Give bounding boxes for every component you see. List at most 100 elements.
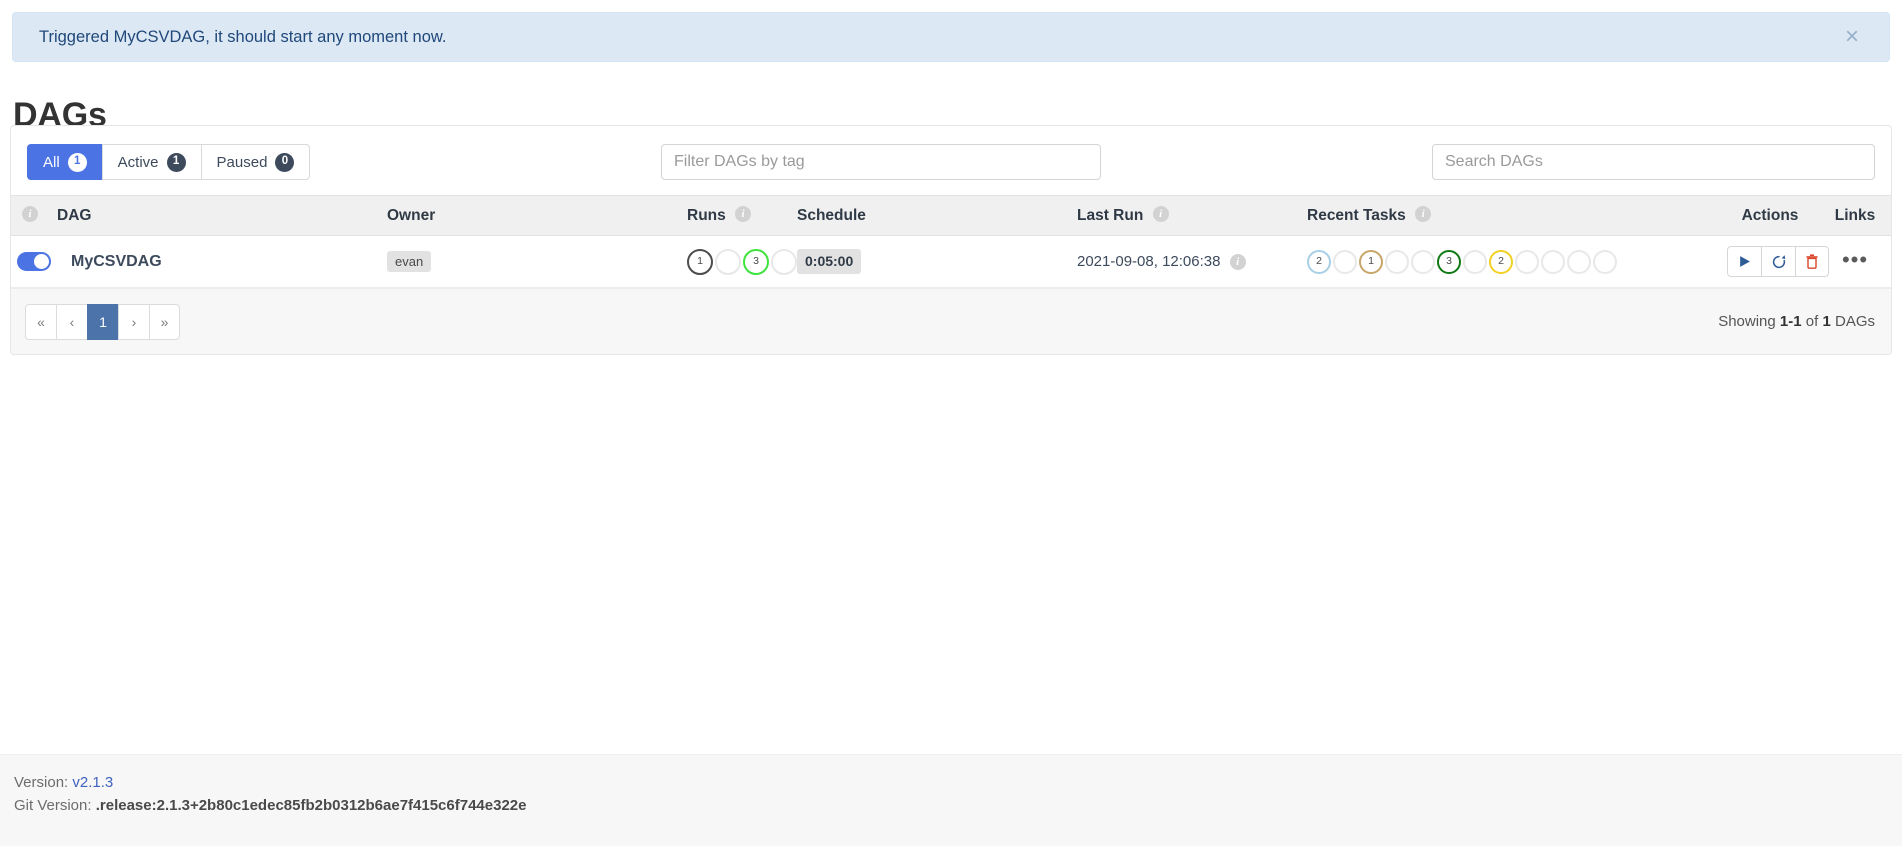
pagination: « ‹ 1 › »: [25, 304, 180, 340]
play-icon: [1740, 256, 1750, 267]
tab-all-label: All: [43, 153, 60, 171]
status-circle-up_for_retry[interactable]: 2: [1489, 249, 1513, 274]
showing-middle: of: [1805, 313, 1819, 330]
dags-toolbar: All 1 Active 1 Paused 0: [11, 126, 1891, 195]
status-circle-running[interactable]: [1411, 249, 1435, 274]
trigger-dag-button[interactable]: [1727, 246, 1761, 277]
tab-active-label: Active: [117, 153, 159, 171]
status-circle-scheduled[interactable]: 1: [1359, 249, 1383, 274]
status-circle-running[interactable]: [715, 248, 741, 275]
col-schedule-label: Schedule: [797, 206, 866, 224]
col-runs-label: Runs: [687, 206, 726, 224]
status-circle-failed[interactable]: [771, 248, 797, 275]
status-circle-queued[interactable]: 1: [687, 248, 713, 275]
status-circle-restarting[interactable]: [1463, 249, 1487, 274]
info-icon[interactable]: i: [735, 206, 752, 223]
flash-alert: Triggered MyCSVDAG, it should start any …: [12, 12, 1890, 62]
cell-runs: 13: [681, 235, 797, 288]
showing-range: 1-1: [1779, 313, 1802, 330]
status-circle-removed[interactable]: [1333, 249, 1357, 274]
status-circle-up_for_reschedule[interactable]: [1515, 249, 1539, 274]
tag-filter-input[interactable]: [661, 144, 1101, 180]
action-button-group: [1727, 246, 1829, 277]
recent-tasks-circles: 2 1 3 2: [1307, 249, 1715, 274]
col-schedule: Schedule: [791, 195, 1071, 236]
col-actions: Actions: [1721, 195, 1819, 236]
git-version-line: Git Version: .release:2.1.3+2b80c1edec85…: [14, 794, 1902, 817]
table-footer: « ‹ 1 › » Showing 1-1 of 1 DAGs: [11, 288, 1891, 354]
cell-schedule: 0:05:00: [791, 235, 1071, 288]
col-runs: Runs i: [681, 195, 791, 236]
version-link[interactable]: v2.1.3: [72, 774, 113, 791]
refresh-icon: [1772, 254, 1785, 268]
table-header-row: i DAG Owner Runs i Schedule Last Run i R…: [11, 195, 1891, 236]
close-icon[interactable]: ×: [1841, 25, 1863, 49]
showing-suffix: DAGs: [1834, 313, 1875, 330]
status-circle-upstream_failed[interactable]: [1541, 249, 1565, 274]
last-run-timestamp: 2021-09-08, 12:06:38: [1077, 252, 1221, 270]
status-circle-none[interactable]: 2: [1307, 249, 1331, 274]
pagination-prev[interactable]: ‹: [56, 304, 87, 340]
col-last-run-label: Last Run: [1077, 206, 1144, 224]
tab-active-count: 1: [166, 152, 186, 172]
dag-link[interactable]: MyCSVDAG: [71, 253, 162, 270]
delete-dag-button[interactable]: [1795, 246, 1829, 277]
status-circle-skipped[interactable]: [1567, 249, 1591, 274]
pagination-next[interactable]: ›: [118, 304, 149, 340]
tab-paused[interactable]: Paused 0: [200, 144, 311, 180]
runs-circles: 13: [687, 248, 797, 275]
tab-all-count: 1: [67, 152, 87, 172]
schedule-badge: 0:05:00: [797, 249, 862, 274]
refresh-dag-button[interactable]: [1761, 246, 1795, 277]
cell-links: •••: [1819, 235, 1891, 288]
pagination-page-1[interactable]: 1: [87, 304, 118, 340]
links-menu-button[interactable]: •••: [1842, 248, 1868, 270]
status-circle-success[interactable]: 3: [743, 248, 769, 275]
dags-panel: All 1 Active 1 Paused 0 Filter DAGs by t…: [10, 125, 1892, 355]
status-circle-success[interactable]: 3: [1437, 249, 1461, 274]
cell-last-run: 2021-09-08, 12:06:38 i: [1071, 235, 1301, 288]
version-label: Version:: [14, 774, 69, 791]
tab-all[interactable]: All 1: [27, 144, 102, 180]
col-dag-label: DAG: [57, 206, 92, 224]
git-version-value: .release:2.1.3+2b80c1edec85fb2b0312b6ae7…: [95, 797, 527, 815]
col-owner-label: Owner: [387, 206, 436, 224]
table-row: MyCSVDAG evan 13 0:05:00 2021-09-08, 12:…: [11, 235, 1891, 288]
showing-total: 1: [1822, 313, 1831, 330]
status-filter-group: All 1 Active 1 Paused 0: [27, 144, 311, 180]
version-footer: Version: v2.1.3 Git Version: .release:2.…: [0, 754, 1902, 846]
flash-alert-message: Triggered MyCSVDAG, it should start any …: [39, 27, 447, 46]
pagination-last[interactable]: »: [149, 304, 180, 340]
toggle-knob: [34, 254, 49, 269]
cell-actions: [1721, 235, 1829, 288]
status-circle-queued[interactable]: [1385, 249, 1409, 274]
cell-dag-id: MyCSVDAG: [51, 235, 381, 288]
owner-badge: evan: [387, 250, 432, 273]
search-dags-input[interactable]: [1432, 144, 1875, 180]
info-icon[interactable]: i: [1152, 206, 1169, 223]
info-icon[interactable]: i: [22, 206, 38, 223]
col-links: Links: [1819, 195, 1891, 236]
col-last-run[interactable]: Last Run i: [1071, 195, 1301, 236]
col-dag[interactable]: DAG: [51, 195, 381, 236]
info-icon[interactable]: i: [1229, 254, 1246, 271]
info-icon[interactable]: i: [1415, 206, 1432, 223]
tab-paused-label: Paused: [216, 153, 268, 171]
git-version-label: Git Version:: [14, 797, 92, 815]
cell-paused-toggle: [11, 235, 51, 288]
col-links-label: Links: [1834, 206, 1876, 224]
version-line: Version: v2.1.3: [14, 771, 1902, 794]
dag-pause-toggle[interactable]: [17, 252, 51, 271]
dags-page: Triggered MyCSVDAG, it should start any …: [0, 0, 1902, 846]
tab-paused-count: 0: [275, 152, 295, 172]
col-recent-tasks-label: Recent Tasks: [1307, 206, 1406, 224]
status-circle-deferred[interactable]: [1593, 249, 1617, 274]
cell-owner: evan: [381, 235, 681, 288]
col-owner[interactable]: Owner: [381, 195, 681, 236]
col-recent-tasks: Recent Tasks i: [1301, 195, 1721, 236]
pagination-first[interactable]: «: [25, 304, 56, 340]
cell-recent-tasks: 2 1 3 2: [1301, 235, 1721, 288]
tab-active[interactable]: Active 1: [101, 144, 201, 180]
showing-count: Showing 1-1 of 1 DAGs: [1718, 313, 1875, 330]
col-actions-label: Actions: [1741, 206, 1799, 224]
